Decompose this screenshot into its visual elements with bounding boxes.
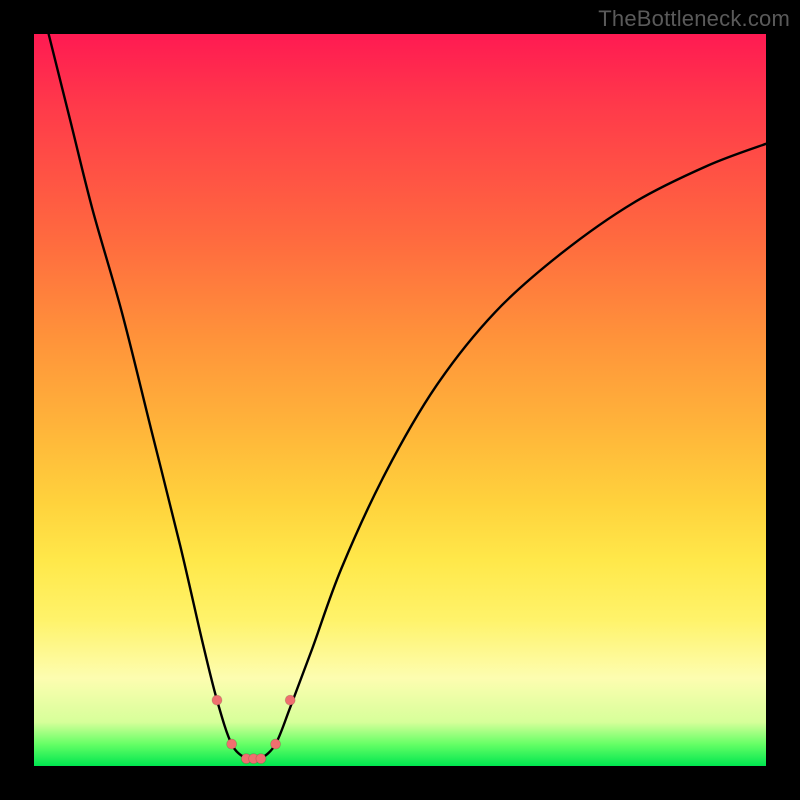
marker-dot — [256, 754, 266, 764]
marker-dot — [285, 695, 295, 705]
marker-dot — [271, 739, 281, 749]
bottleneck-curve-svg — [34, 34, 766, 766]
marker-dot — [212, 695, 222, 705]
bottleneck-curve — [49, 34, 766, 760]
plot-area — [34, 34, 766, 766]
watermark-text: TheBottleneck.com — [598, 6, 790, 32]
chart-frame: TheBottleneck.com — [0, 0, 800, 800]
marker-dot — [227, 739, 237, 749]
